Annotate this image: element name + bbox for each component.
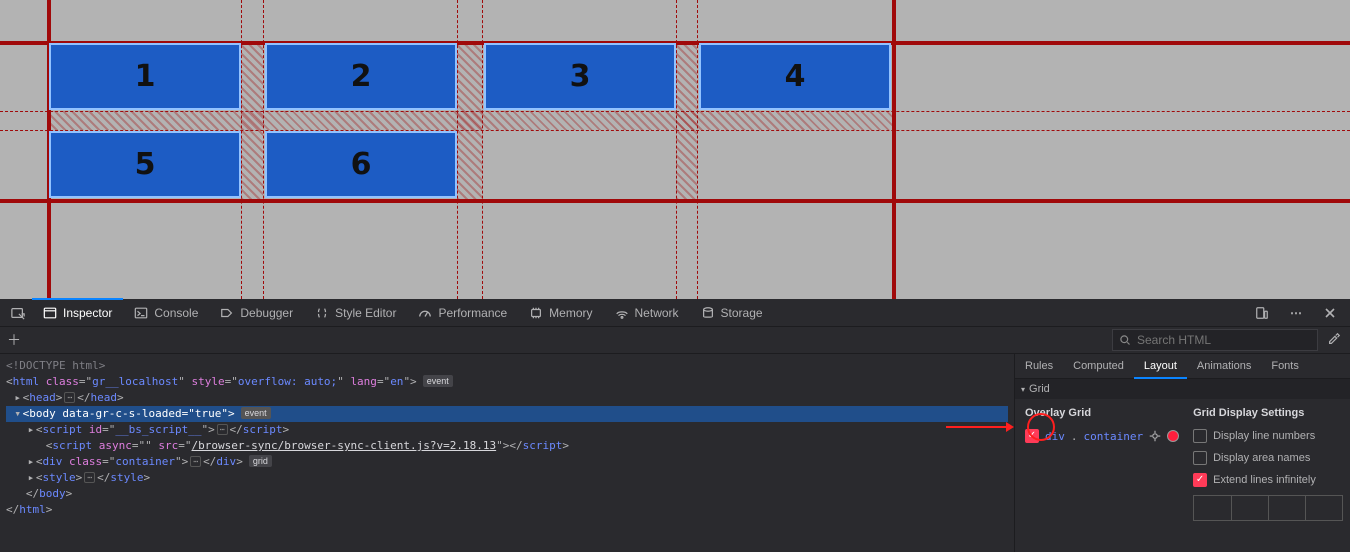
chevron-down-icon: ▾ — [1021, 385, 1025, 394]
tab-debugger[interactable]: Debugger — [209, 299, 304, 326]
tab-label: Debugger — [240, 306, 293, 320]
stab-label: Animations — [1197, 360, 1251, 372]
grid-cell-1: 1 — [49, 43, 241, 110]
target-icon[interactable] — [1149, 430, 1161, 442]
grid-cell-6: 6 — [265, 131, 457, 198]
responsive-mode-icon[interactable] — [1248, 306, 1276, 320]
overlay-color-swatch[interactable] — [1167, 430, 1179, 442]
tab-label: Memory — [549, 306, 592, 320]
dom-doctype: <!DOCTYPE html> — [6, 359, 105, 372]
cell-label: 4 — [785, 59, 806, 94]
cell-label: 3 — [570, 59, 591, 94]
grid-line — [263, 0, 264, 299]
stab-label: Layout — [1144, 360, 1177, 372]
dom-script-src[interactable]: /browser-sync/browser-sync-client.js?v=2… — [192, 439, 497, 452]
grid-cell-3: 3 — [484, 43, 676, 110]
cell-label: 2 — [351, 59, 372, 94]
grid-badge[interactable]: grid — [249, 455, 272, 467]
tab-storage[interactable]: Storage — [690, 299, 774, 326]
tab-label: Storage — [721, 306, 763, 320]
add-node-button[interactable]: ＋ — [0, 330, 28, 350]
stab-rules[interactable]: Rules — [1015, 354, 1063, 378]
grid-outline-preview — [1193, 495, 1343, 521]
stab-label: Rules — [1025, 360, 1053, 372]
cell-label: 6 — [351, 147, 372, 182]
page-viewport: 1 2 3 4 5 6 — [0, 0, 1350, 299]
opt-extend-lines-label: Extend lines infinitely — [1213, 474, 1316, 486]
sidebar-tabs: Rules Computed Layout Animations Fonts — [1015, 354, 1350, 379]
tab-network[interactable]: Network — [604, 299, 690, 326]
grid-panel-title: Grid — [1029, 383, 1050, 395]
tab-label: Style Editor — [335, 306, 396, 320]
tab-memory[interactable]: Memory — [518, 299, 603, 326]
stab-computed[interactable]: Computed — [1063, 354, 1134, 378]
tab-performance[interactable]: Performance — [407, 299, 518, 326]
search-html-input[interactable] — [1137, 333, 1311, 347]
grid-settings-header: Grid Display Settings — [1193, 407, 1343, 419]
dom-tree[interactable]: <!DOCTYPE html> <html class="gr__localho… — [0, 354, 1014, 552]
search-html[interactable] — [1112, 329, 1318, 351]
inspector-toolbar: ＋ — [0, 327, 1350, 354]
opt-line-numbers-checkbox[interactable] — [1193, 429, 1207, 443]
grid-line — [0, 199, 1350, 203]
stab-label: Fonts — [1271, 360, 1299, 372]
tab-console[interactable]: Console — [123, 299, 209, 326]
grid-cell-2: 2 — [265, 43, 457, 110]
stab-label: Computed — [1073, 360, 1124, 372]
opt-area-names-checkbox[interactable] — [1193, 451, 1207, 465]
tab-label: Console — [154, 306, 198, 320]
close-icon[interactable] — [1316, 307, 1344, 319]
opt-line-numbers-label: Display line numbers — [1213, 430, 1315, 442]
event-badge[interactable]: event — [423, 375, 453, 387]
tab-style-editor[interactable]: Style Editor — [304, 299, 407, 326]
devtools: Inspector Console Debugger Style Editor … — [0, 299, 1350, 552]
tab-label: Network — [635, 306, 679, 320]
layout-sidebar: Rules Computed Layout Animations Fonts ▾… — [1014, 354, 1350, 552]
tab-inspector[interactable]: Inspector — [32, 299, 123, 326]
devtools-options-icon[interactable]: ⋯ — [1282, 306, 1310, 320]
devtools-tabbar: Inspector Console Debugger Style Editor … — [0, 299, 1350, 327]
annotation-circle — [1027, 413, 1055, 441]
twisty-icon[interactable]: ▸ — [26, 470, 36, 486]
stab-fonts[interactable]: Fonts — [1261, 354, 1309, 378]
eyedropper-icon[interactable] — [1322, 332, 1346, 349]
grid-panel-header[interactable]: ▾ Grid — [1015, 379, 1350, 399]
dom-selected-node[interactable]: ▾<body data-gr-c-s-loaded="true">event — [6, 406, 1008, 422]
grid-line — [482, 0, 483, 299]
tab-label: Inspector — [63, 306, 112, 320]
pick-element-icon[interactable] — [4, 299, 32, 326]
twisty-icon[interactable]: ▸ — [13, 390, 23, 406]
twisty-icon[interactable]: ▸ — [26, 422, 36, 438]
annotation-arrow — [944, 420, 1014, 434]
grid-cell-5: 5 — [49, 131, 241, 198]
stab-animations[interactable]: Animations — [1187, 354, 1261, 378]
fold-icon[interactable]: ⋯ — [64, 392, 75, 403]
cell-label: 5 — [135, 147, 156, 182]
cell-label: 1 — [135, 59, 156, 94]
grid-line — [697, 0, 698, 299]
tab-label: Performance — [438, 306, 507, 320]
opt-extend-lines-checkbox[interactable] — [1193, 473, 1207, 487]
opt-area-names-label: Display area names — [1213, 452, 1310, 464]
search-icon — [1119, 334, 1131, 346]
grid-cell-4: 4 — [699, 43, 891, 110]
grid-gap — [47, 111, 892, 130]
event-badge[interactable]: event — [241, 407, 271, 419]
stab-layout[interactable]: Layout — [1134, 354, 1187, 378]
twisty-icon[interactable]: ▸ — [26, 454, 36, 470]
